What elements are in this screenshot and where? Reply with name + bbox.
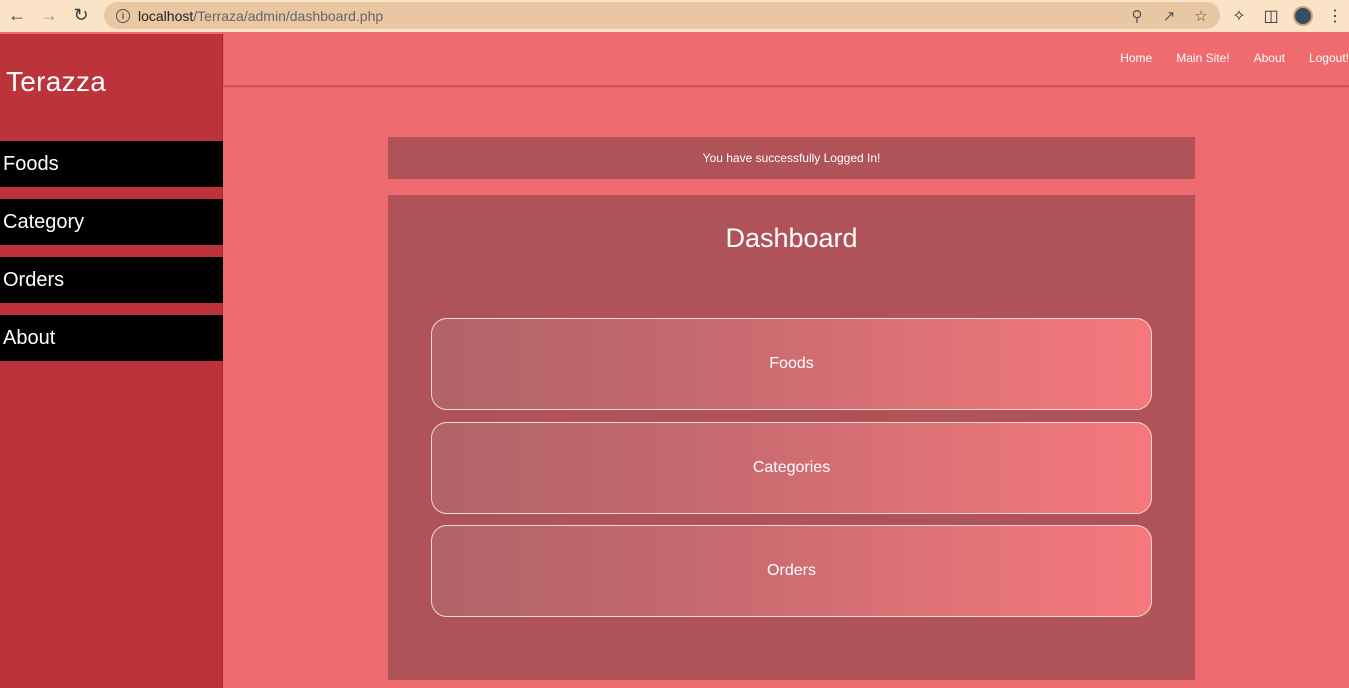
browser-right-icons: ✧ ◫ ⋮ <box>1225 2 1349 30</box>
sidebar-item-about[interactable]: About <box>0 315 223 361</box>
sidebar-item-category[interactable]: Category <box>0 199 223 245</box>
nav-link-home[interactable]: Home <box>1120 51 1152 65</box>
menu-icon[interactable]: ⋮ <box>1321 2 1349 30</box>
address-bar[interactable]: i localhost/Terraza/admin/dashboard.php … <box>104 2 1220 29</box>
profile-avatar-button[interactable] <box>1289 2 1317 30</box>
address-bar-icons: ⚲ ↗ ☆ <box>1126 5 1212 27</box>
dashboard-card-foods[interactable]: Foods <box>431 318 1152 410</box>
url-text[interactable]: localhost/Terraza/admin/dashboard.php <box>138 8 383 24</box>
sidebar-item-orders[interactable]: Orders <box>0 257 223 303</box>
nav-link-main-site[interactable]: Main Site! <box>1176 51 1229 65</box>
dashboard-card-orders[interactable]: Orders <box>431 525 1152 617</box>
brand-title: Terazza <box>6 66 107 97</box>
forward-icon[interactable]: → <box>33 0 65 30</box>
nav-link-about[interactable]: About <box>1254 51 1285 65</box>
sidepanel-icon[interactable]: ◫ <box>1257 2 1285 30</box>
page-title: Dashboard <box>725 223 858 253</box>
dashboard-card-categories[interactable]: Categories <box>431 422 1152 514</box>
reload-icon[interactable]: ↻ <box>65 0 97 30</box>
star-icon[interactable]: ☆ <box>1190 5 1212 27</box>
login-success-alert: You have successfully Logged In! <box>388 137 1195 179</box>
sidebar: Terazza Foods Category Orders About <box>0 34 223 688</box>
dashboard-panel: Dashboard Foods Categories Orders <box>388 195 1195 680</box>
url-path: /Terraza/admin/dashboard.php <box>193 7 384 24</box>
browser-toolbar: ← → ↻ i localhost/Terraza/admin/dashboar… <box>0 0 1349 32</box>
top-nav-links: Home Main Site! About Logout! <box>1096 51 1349 65</box>
zoom-icon[interactable]: ⚲ <box>1126 5 1148 27</box>
share-icon[interactable]: ↗ <box>1158 5 1180 27</box>
url-host: localhost <box>138 7 194 24</box>
sidebar-item-foods[interactable]: Foods <box>0 141 223 187</box>
info-icon[interactable]: i <box>116 8 130 23</box>
extensions-icon[interactable]: ✧ <box>1225 2 1253 30</box>
profile-avatar <box>1293 6 1313 26</box>
top-navbar: Home Main Site! About Logout! <box>224 34 1349 86</box>
nav-link-logout[interactable]: Logout! <box>1309 51 1349 65</box>
back-icon[interactable]: ← <box>1 0 33 30</box>
